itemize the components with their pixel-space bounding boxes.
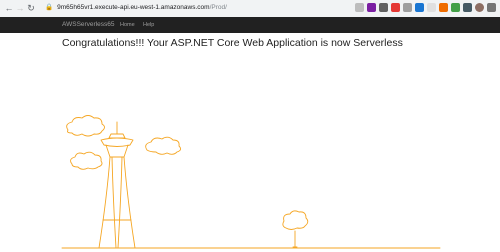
extension-icon[interactable] [415,3,424,12]
extension-icon[interactable] [463,3,472,12]
cloud-icon [66,115,105,137]
navbar-brand[interactable]: AWSServerless65 [62,17,115,33]
cloud-icon [145,136,182,155]
nav-link-home[interactable]: Home [120,17,135,33]
url-host: 9m65h65vr1.execute-api.eu-west-1.amazona… [57,4,210,11]
space-needle-icon [98,121,136,249]
address-bar[interactable]: 🔒 9m65h65vr1.execute-api.eu-west-1.amazon… [45,2,365,14]
navbar: AWSServerless65 Home Help [0,17,500,33]
avatar[interactable] [475,3,484,12]
extension-icon[interactable] [367,3,376,12]
page-title: Congratulations!!! Your ASP.NET Core Web… [62,37,403,49]
reload-icon[interactable]: ↻ [25,2,37,14]
extension-icon[interactable] [403,3,412,12]
extension-icon[interactable] [439,3,448,12]
extension-icons [355,3,496,14]
skyline-illustration [61,115,441,249]
browser-toolbar: ← → ↻ 🔒 9m65h65vr1.execute-api.eu-west-1.… [0,0,500,18]
nav-link-help[interactable]: Help [143,17,154,33]
star-icon[interactable] [355,3,364,12]
extension-icon[interactable] [427,3,436,12]
extension-icon[interactable] [451,3,460,12]
url-path: /Prod/ [209,4,227,11]
cloud-icon [70,151,103,170]
tree-icon [282,210,309,248]
extension-icon[interactable] [391,3,400,12]
extension-icon[interactable] [379,3,388,12]
lock-icon: 🔒 [45,4,54,11]
menu-icon[interactable] [487,3,496,12]
